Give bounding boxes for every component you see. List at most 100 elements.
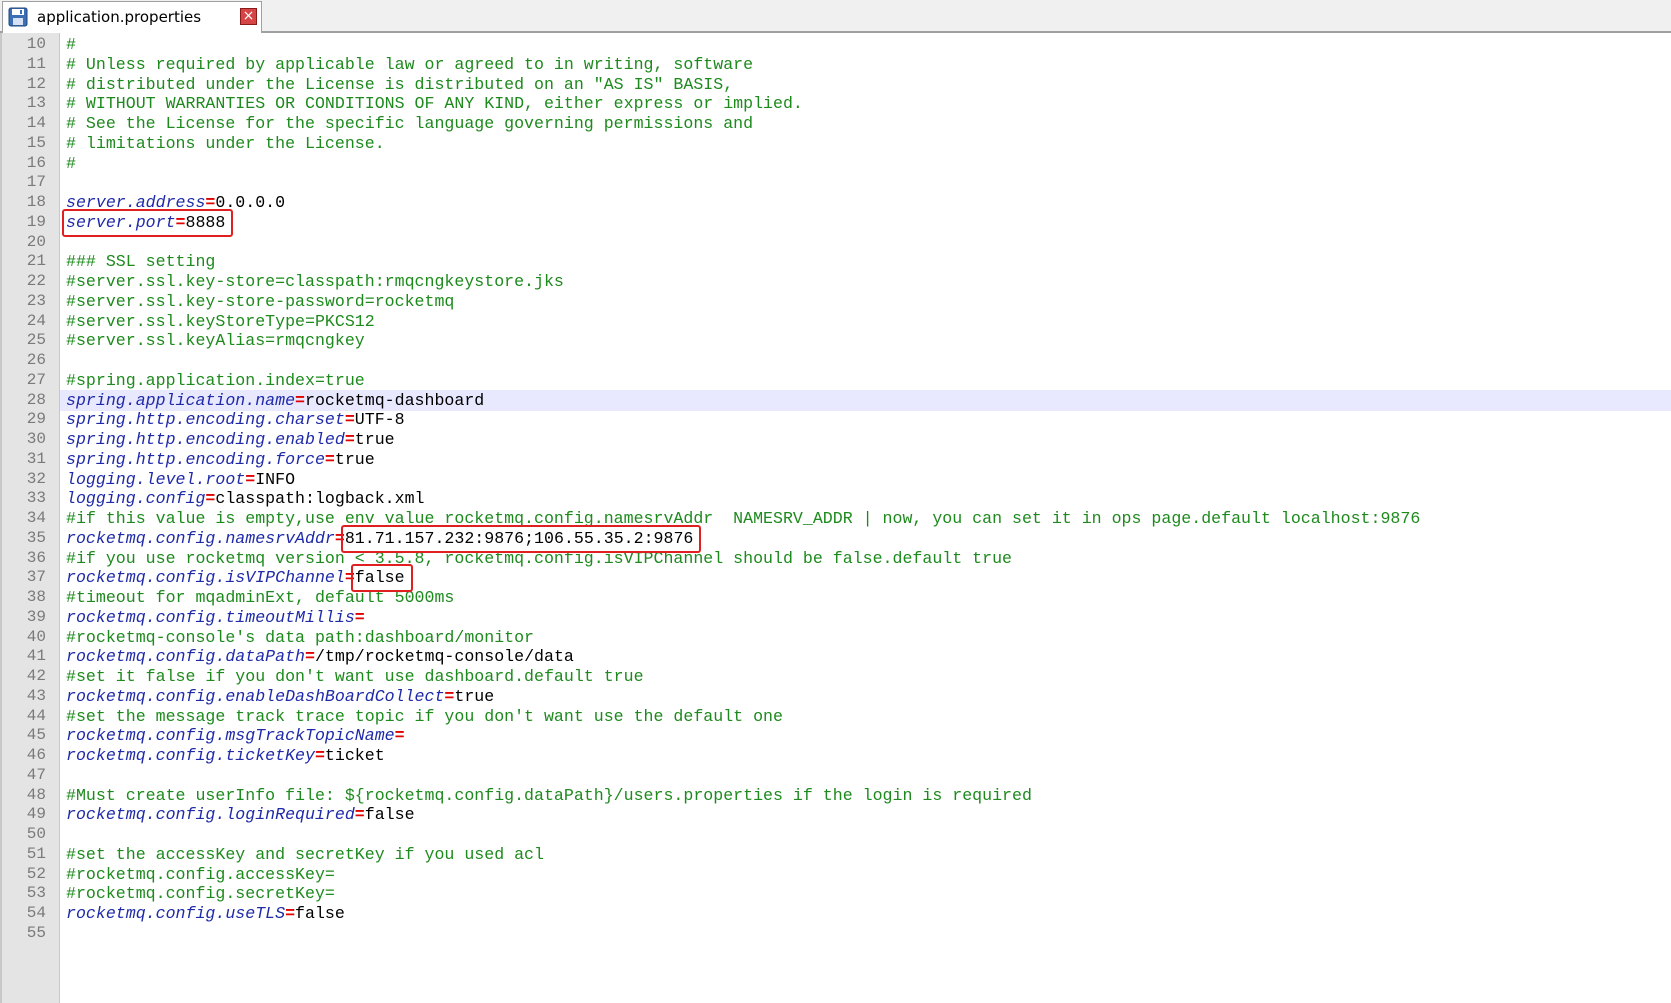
line-content[interactable]: [60, 765, 1671, 786]
editor-line: 39 rocketmq.config.timeoutMillis=: [0, 607, 1671, 628]
line-content[interactable]: rocketmq.config.isVIPChannel=false: [60, 567, 1671, 588]
line-content[interactable]: [60, 923, 1671, 944]
property-key: rocketmq.config.namesrvAddr: [66, 528, 335, 548]
code-text: server.address=0.0.0.0: [66, 192, 285, 213]
line-content[interactable]: rocketmq.config.dataPath=/tmp/rocketmq-c…: [60, 646, 1671, 667]
line-number: 34: [26, 509, 46, 527]
line-content[interactable]: #spring.application.index=true: [60, 370, 1671, 391]
line-number: 19: [26, 212, 46, 231]
equals-sign: =: [324, 449, 335, 469]
property-value: classpath:logback.xml: [215, 489, 425, 509]
line-content[interactable]: rocketmq.config.timeoutMillis=: [60, 607, 1671, 628]
line-content[interactable]: #timeout for mqadminExt, default 5000ms: [60, 587, 1671, 608]
line-content[interactable]: server.port=8888: [60, 212, 1671, 233]
tab-title: application.properties: [37, 8, 202, 26]
line-content[interactable]: rocketmq.config.loginRequired=false: [60, 804, 1671, 825]
editor-line: 24 #server.ssl.keyStoreType=PKCS12: [0, 311, 1671, 332]
editor-line: 16 #: [0, 153, 1671, 174]
line-content[interactable]: #if you use rocketmq version < 3.5.8, ro…: [60, 548, 1671, 569]
comment-text: #server.ssl.key-store-password=rocketmq: [66, 291, 455, 311]
editor-line: 37 rocketmq.config.isVIPChannel=false: [0, 567, 1671, 588]
line-content[interactable]: #set the accessKey and secretKey if you …: [60, 844, 1671, 865]
line-content[interactable]: #rocketmq.config.accessKey=: [60, 864, 1671, 885]
property-key: spring.http.encoding.charset: [66, 410, 345, 430]
line-content[interactable]: spring.http.encoding.charset=UTF-8: [60, 409, 1671, 430]
file-tab[interactable]: application.properties ×: [2, 1, 262, 33]
line-content[interactable]: #server.ssl.key-store=classpath:rmqcngke…: [60, 271, 1671, 292]
editor-line: 11 # Unless required by applicable law or…: [0, 54, 1671, 75]
line-content[interactable]: [60, 232, 1671, 253]
line-content[interactable]: #rocketmq.config.secretKey=: [60, 883, 1671, 904]
line-content[interactable]: spring.application.name=rocketmq-dashboa…: [60, 389, 1671, 411]
code-text: #rocketmq-console's data path:dashboard/…: [66, 627, 534, 648]
line-number: 32: [26, 469, 46, 488]
editor-line: 28 spring.application.name=rocketmq-dashb…: [0, 389, 1671, 411]
editor-line: 54 rocketmq.config.useTLS=false: [0, 903, 1671, 924]
property-key: server.port: [66, 212, 176, 232]
property-key: rocketmq.config.isVIPChannel: [66, 568, 345, 588]
code-text: rocketmq.config.isVIPChannel=false: [66, 567, 405, 588]
line-content[interactable]: # Unless required by applicable law or a…: [60, 54, 1671, 75]
line-content[interactable]: [60, 824, 1671, 845]
line-number: 43: [26, 686, 46, 705]
line-content[interactable]: spring.http.encoding.force=true: [60, 449, 1671, 470]
equals-sign: =: [305, 647, 315, 667]
line-content[interactable]: rocketmq.config.ticketKey=ticket: [60, 745, 1671, 766]
line-content[interactable]: ### SSL setting: [60, 251, 1671, 272]
code-text: #server.ssl.keyAlias=rmqcngkey: [66, 330, 365, 351]
line-number: 14: [26, 114, 46, 132]
line-content[interactable]: rocketmq.config.namesrvAddr=81.71.157.23…: [60, 528, 1671, 549]
line-content[interactable]: #set the message track trace topic if yo…: [60, 706, 1671, 727]
code-editor[interactable]: 10 #11 # Unless required by applicable law…: [0, 33, 1671, 1003]
line-content[interactable]: #: [60, 34, 1671, 55]
equals-sign: =: [344, 430, 355, 449]
line-number: 42: [26, 667, 46, 685]
line-content[interactable]: # See the License for the specific langu…: [60, 113, 1671, 134]
equals-sign: =: [344, 568, 355, 588]
equals-sign: =: [205, 489, 216, 509]
line-content[interactable]: #: [60, 153, 1671, 174]
line-content[interactable]: rocketmq.config.enableDashBoardCollect=t…: [60, 686, 1671, 707]
line-number: 21: [26, 252, 46, 271]
comment-text: # distributed under the License is distr…: [66, 74, 734, 94]
line-content[interactable]: #set it false if you don't want use dash…: [60, 666, 1671, 687]
line-number: 49: [26, 805, 46, 824]
equals-sign: =: [285, 904, 296, 923]
line-content[interactable]: rocketmq.config.useTLS=false: [60, 903, 1671, 924]
property-key: rocketmq.config.dataPath: [66, 647, 305, 667]
line-content[interactable]: logging.config=classpath:logback.xml: [60, 488, 1671, 509]
comment-text: #timeout for mqadminExt, default 5000ms: [66, 588, 455, 607]
editor-line: 40 #rocketmq-console's data path:dashboar…: [0, 627, 1671, 648]
line-number: 15: [26, 133, 46, 152]
line-content[interactable]: [60, 350, 1671, 371]
comment-text: #server.ssl.keyStoreType=PKCS12: [66, 311, 375, 331]
line-content[interactable]: server.address=0.0.0.0: [60, 192, 1671, 213]
line-content[interactable]: [60, 172, 1671, 193]
code-text: # distributed under the License is distr…: [66, 74, 733, 95]
editor-line: 25 #server.ssl.keyAlias=rmqcngkey: [0, 330, 1671, 351]
code-text: #timeout for mqadminExt, default 5000ms: [66, 587, 454, 608]
close-icon[interactable]: ×: [240, 8, 257, 25]
line-content[interactable]: #server.ssl.key-store-password=rocketmq: [60, 291, 1671, 312]
property-value: INFO: [255, 469, 296, 489]
code-text: rocketmq.config.namesrvAddr=81.71.157.23…: [66, 528, 693, 549]
line-content[interactable]: rocketmq.config.msgTrackTopicName=: [60, 725, 1671, 746]
property-key: rocketmq.config.msgTrackTopicName: [66, 726, 395, 746]
line-content[interactable]: # WITHOUT WARRANTIES OR CONDITIONS OF AN…: [60, 93, 1671, 114]
line-content[interactable]: #if this value is empty,use env value ro…: [60, 508, 1671, 529]
property-key: rocketmq.config.useTLS: [66, 904, 286, 923]
line-content[interactable]: spring.http.encoding.enabled=true: [60, 429, 1671, 450]
equals-sign: =: [354, 805, 365, 825]
line-content[interactable]: logging.level.root=INFO: [60, 469, 1671, 490]
editor-line: 21 ### SSL setting: [0, 251, 1671, 272]
line-content[interactable]: #server.ssl.keyStoreType=PKCS12: [60, 311, 1671, 332]
line-content[interactable]: #Must create userInfo file: ${rocketmq.c…: [60, 785, 1671, 806]
line-number: 52: [26, 864, 46, 883]
line-content[interactable]: # limitations under the License.: [60, 133, 1671, 154]
code-text: #server.ssl.keyStoreType=PKCS12: [66, 311, 375, 332]
line-content[interactable]: #rocketmq-console's data path:dashboard/…: [60, 627, 1671, 648]
editor-line: 45 rocketmq.config.msgTrackTopicName=: [0, 725, 1671, 746]
line-content[interactable]: #server.ssl.keyAlias=rmqcngkey: [60, 330, 1671, 351]
line-content[interactable]: # distributed under the License is distr…: [60, 74, 1671, 95]
line-number: 55: [26, 923, 46, 942]
